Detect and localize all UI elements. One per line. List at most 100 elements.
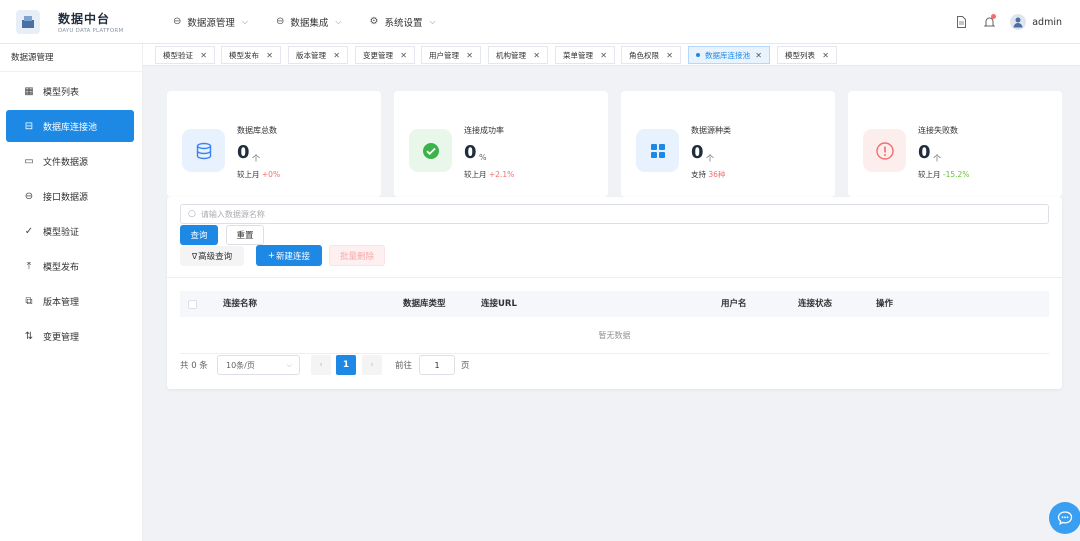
nav-label: 数据源管理 [187, 17, 235, 29]
tab-version-management[interactable]: 版本管理 ✕ [288, 46, 348, 64]
stat-label: 连接失败数 [918, 126, 958, 135]
search-input[interactable]: ○ 请输入数据源名称 [180, 204, 1049, 224]
tab-label: 版本管理 [296, 50, 326, 60]
column-header: 连接状态 [798, 299, 833, 309]
page-number-button[interactable]: 1 [336, 355, 356, 375]
tab-org-management[interactable]: 机构管理 ✕ [488, 46, 548, 64]
stat-value: 0 [237, 142, 250, 163]
database-icon: ⊟ [24, 120, 34, 132]
sidebar-item-label: 变更管理 [43, 332, 80, 343]
document-icon[interactable] [954, 15, 968, 29]
tab-model-publish[interactable]: 模型发布 ✕ [221, 46, 281, 64]
query-button[interactable]: 查询 [180, 225, 218, 245]
stat-sub-value: +0% [261, 170, 281, 179]
prev-page-button[interactable]: ‹ [311, 355, 331, 375]
nav-label: 系统设置 [384, 17, 423, 29]
stat-sub-value: -15.2% [942, 170, 970, 179]
link-icon: ⊖ [173, 16, 182, 27]
goto-suffix: 页 [461, 361, 470, 371]
nav-data-integration[interactable]: ⊖ 数据集成 ⌵ [276, 15, 341, 29]
close-icon[interactable]: ✕ [200, 51, 207, 60]
chat-button[interactable] [1049, 502, 1080, 534]
sidebar-item-model-publish[interactable]: ⤒ 模型发布 [6, 250, 134, 282]
page-size-select[interactable]: 10条/页 ⌵ [217, 355, 300, 375]
sidebar-item-file-datasource[interactable]: ▭ 文件数据源 [6, 145, 134, 177]
close-icon[interactable]: ✕ [533, 51, 540, 60]
close-icon[interactable]: ✕ [666, 51, 673, 60]
datasource-panel: ○ 请输入数据源名称 查询 重置 ∇ 高级查询 + 新建连接 批量删除 连接名称 数… [167, 197, 1062, 389]
nav-system-settings[interactable]: ⚙ 系统设置 ⌵ [369, 15, 435, 29]
close-icon[interactable]: ✕ [333, 51, 340, 60]
table-empty-text: 暂无数据 [180, 317, 1049, 354]
close-icon[interactable]: ✕ [266, 51, 273, 60]
tab-model-list[interactable]: 模型列表 ✕ [777, 46, 837, 64]
pagination: 共 0 条 10条/页 ⌵ ‹ 1 › 前往 1 页 [180, 355, 480, 375]
advanced-query-button[interactable]: ∇ 高级查询 [180, 246, 244, 266]
chevron-down-icon: ⌵ [241, 16, 248, 26]
divider [167, 277, 1062, 278]
sidebar-title: 数据源管理 [0, 44, 142, 72]
bell-icon[interactable] [982, 14, 997, 29]
tab-role-permissions[interactable]: 角色权限 ✕ [621, 46, 681, 64]
logo-title: 数据中台 [58, 11, 111, 26]
nav-datasource-management[interactable]: ⊖ 数据源管理 ⌵ [173, 15, 248, 29]
reset-button[interactable]: 重置 [226, 225, 264, 245]
tab-change-management[interactable]: 变更管理 ✕ [355, 46, 415, 64]
stat-unit: 个 [706, 154, 714, 163]
batch-delete-button[interactable]: 批量删除 [329, 245, 385, 266]
stat-label: 连接成功率 [464, 126, 504, 135]
close-icon[interactable]: ✕ [822, 51, 829, 60]
sidebar-item-change-management[interactable]: ⇅ 变更管理 [6, 320, 134, 352]
tab-user-management[interactable]: 用户管理 ✕ [421, 46, 481, 64]
sidebar-item-version-management[interactable]: ⧉ 版本管理 [6, 285, 134, 317]
logo-subtitle: DAYU DATA PLATFORM [58, 27, 124, 34]
stat-sub: 较上月 +0% [237, 169, 280, 180]
stat-value: 0 [918, 142, 931, 163]
advanced-query-label: 高级查询 [198, 252, 233, 262]
username[interactable]: admin [1032, 17, 1062, 28]
column-header: 连接名称 [223, 299, 258, 309]
tab-label: 数据库连接池 [705, 50, 750, 60]
stat-card-db-total: 数据库总数 0 个 较上月 +0% [167, 91, 381, 197]
sidebar-item-model-list[interactable]: ▦ 模型列表 [6, 75, 134, 107]
tab-label: 模型验证 [163, 50, 193, 60]
sidebar-item-model-validation[interactable]: ✓ 模型验证 [6, 215, 134, 247]
goto-page-input[interactable]: 1 [419, 355, 455, 375]
close-icon[interactable]: ✕ [755, 51, 762, 60]
tab-menu-management[interactable]: 菜单管理 ✕ [555, 46, 615, 64]
close-icon[interactable]: ✕ [466, 51, 473, 60]
logo[interactable]: 数据中台 DAYU DATA PLATFORM [0, 0, 143, 44]
top-nav: ⊖ 数据源管理 ⌵ ⊖ 数据集成 ⌵ ⚙ 系统设置 ⌵ [173, 15, 464, 29]
database-icon [182, 129, 225, 172]
chevron-down-icon: ⌵ [286, 360, 292, 369]
close-icon[interactable]: ✕ [600, 51, 607, 60]
tab-label: 变更管理 [363, 50, 393, 60]
sidebar-item-label: 数据库连接池 [43, 122, 98, 133]
notification-dot [991, 14, 997, 19]
grid-icon: ▦ [24, 85, 34, 97]
stat-card-success-rate: 连接成功率 0 % 较上月 +2.1% [394, 91, 608, 197]
sidebar-item-label: 文件数据源 [43, 157, 89, 168]
avatar[interactable] [1010, 14, 1027, 30]
chevron-down-icon: ⌵ [335, 16, 342, 26]
close-icon[interactable]: ✕ [400, 51, 407, 60]
stat-value: 0 [464, 142, 477, 163]
tab-db-pool[interactable]: 数据库连接池 ✕ [688, 46, 770, 64]
check-circle-icon [409, 129, 452, 172]
stat-unit: 个 [933, 154, 941, 163]
new-connection-button[interactable]: + 新建连接 [256, 245, 322, 266]
upload-icon: ⤒ [26, 260, 32, 272]
filter-icon: ∇ [191, 251, 198, 261]
plus-icon: + [267, 250, 276, 261]
next-page-button[interactable]: › [362, 355, 382, 375]
copy-icon: ⧉ [25, 295, 33, 307]
select-all-checkbox[interactable] [188, 300, 197, 309]
tab-model-validation[interactable]: 模型验证 ✕ [155, 46, 215, 64]
stat-sub-prefix: 支持 [691, 170, 706, 179]
logo-icon [16, 9, 40, 34]
sidebar-item-api-datasource[interactable]: ⊖ 接口数据源 [6, 180, 134, 212]
stat-card-datasource-types: 数据源种类 0 个 支持 36种 [621, 91, 835, 197]
pagination-total: 共 0 条 [180, 361, 208, 371]
sidebar-item-db-pool[interactable]: ⊟ 数据库连接池 [6, 110, 134, 142]
active-dot [696, 53, 700, 57]
